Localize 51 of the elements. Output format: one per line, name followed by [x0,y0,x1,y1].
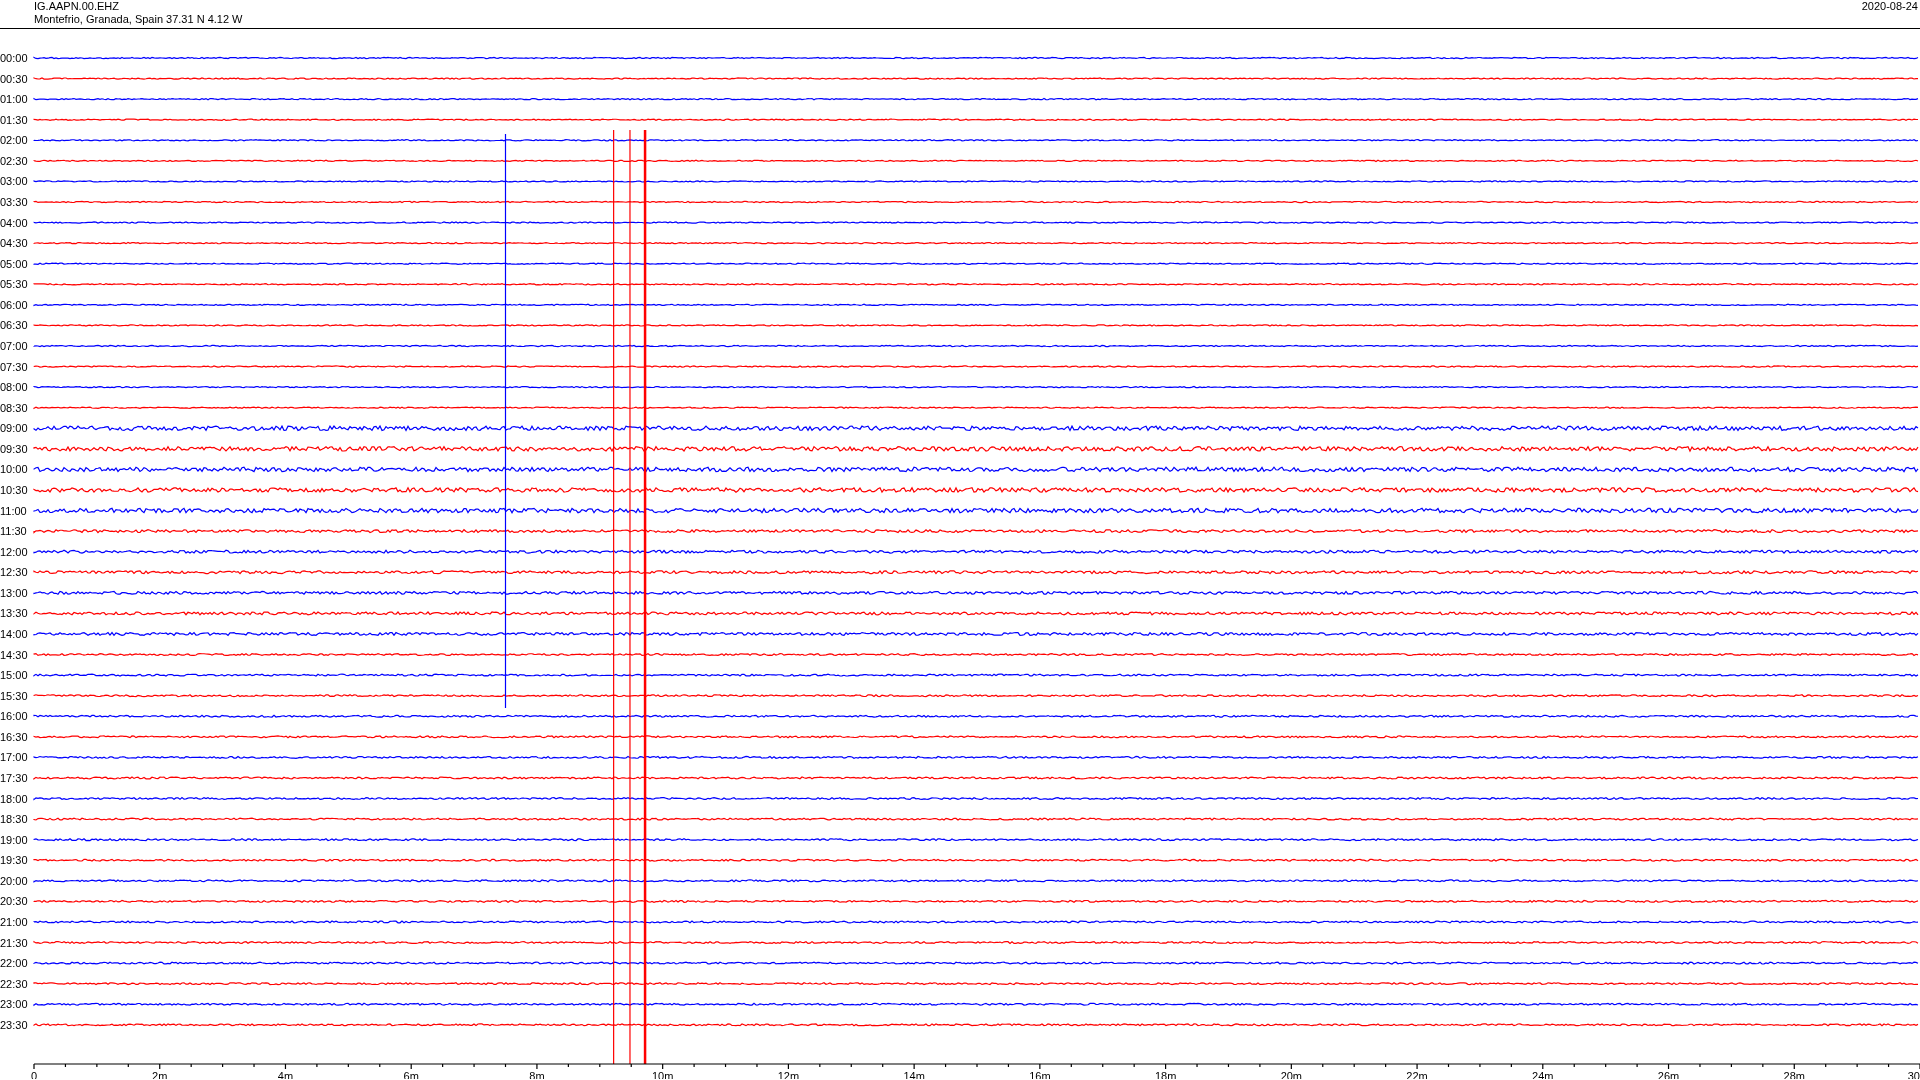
time-label: 08:30 [0,401,28,414]
time-label: 03:30 [0,196,28,208]
time-label: 19:00 [0,833,28,846]
time-label: 15:30 [0,689,28,702]
time-label: 13:30 [0,607,28,620]
time-label: 08:00 [0,381,28,394]
time-label: 20:00 [0,874,28,887]
time-label: 11:30 [0,525,27,538]
time-label: 15:00 [0,669,28,682]
time-label: 18:00 [0,792,28,805]
time-label: 04:30 [0,237,28,250]
time-label: 06:30 [0,319,28,332]
time-label: 22:30 [0,977,28,990]
time-label: 17:00 [0,751,28,764]
time-label: 02:00 [0,134,28,147]
time-label: 00:00 [0,52,28,64]
time-label: 06:00 [0,298,28,311]
time-label: 13:00 [0,586,28,599]
time-label: 22:00 [0,957,28,970]
time-label: 01:30 [0,113,28,126]
time-label: 05:00 [0,257,28,270]
time-label: 12:00 [0,545,28,558]
time-label: 20:30 [0,895,28,908]
time-label: 16:30 [0,730,28,743]
time-label: 05:30 [0,278,28,291]
time-label: 14:30 [0,648,28,661]
time-label: 14:00 [0,627,28,640]
time-label: 23:00 [0,998,28,1011]
time-label: 03:00 [0,175,28,188]
time-label: 21:30 [0,936,28,949]
record-date: 2020-08-24 [1861,0,1918,14]
time-label: 17:30 [0,771,28,784]
time-label: 16:00 [0,710,28,723]
time-label: 00:30 [0,72,28,85]
time-label: 09:00 [0,422,28,435]
time-label: 02:30 [0,154,28,167]
time-label: 12:30 [0,566,28,579]
time-label: 19:30 [0,854,28,867]
time-label: 07:30 [0,360,28,373]
time-label: 01:00 [0,93,28,106]
time-label: 11:00 [0,504,27,517]
time-label: 04:00 [0,216,28,229]
time-label: 07:00 [0,340,28,352]
time-label: 10:30 [0,483,28,496]
station-location: Montefrio, Granada, Spain 37.31 N 4.12 W [34,13,243,26]
time-label: 23:30 [0,1018,28,1031]
time-label: 09:30 [0,442,28,455]
time-label: 18:30 [0,813,28,826]
time-label: 21:00 [0,915,28,928]
station-code: IG.AAPN.00.EHZ [34,0,120,13]
time-label: 10:00 [0,463,28,476]
